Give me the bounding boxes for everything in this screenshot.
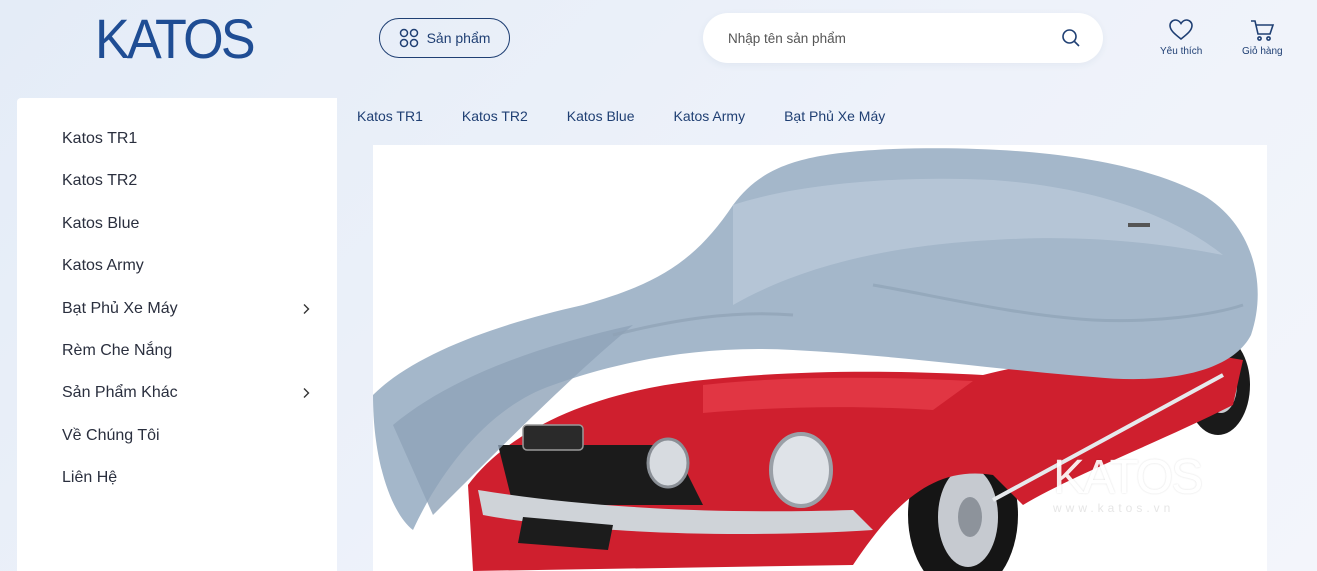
- sidebar-item-label: Katos Blue: [62, 215, 140, 232]
- hero-banner[interactable]: KATOS www.katos.vn: [373, 145, 1267, 571]
- sidebar-item-about-us[interactable]: Về Chúng Tôi: [62, 427, 312, 445]
- topnav-katos-tr1[interactable]: Katos TR1: [357, 108, 423, 124]
- products-menu-button[interactable]: Sản phẩm: [379, 18, 510, 58]
- category-sidebar: Katos TR1 Katos TR2 Katos Blue Katos Arm…: [17, 98, 337, 571]
- chevron-right-icon: [303, 388, 310, 398]
- sidebar-item-motorbike-cover[interactable]: Bạt Phủ Xe Máy: [62, 300, 312, 318]
- sidebar-item-katos-tr1[interactable]: Katos TR1: [62, 130, 312, 148]
- sidebar-item-contact[interactable]: Liên Hệ: [62, 469, 312, 487]
- topnav-katos-army[interactable]: Katos Army: [674, 108, 746, 124]
- cart-icon: [1251, 20, 1275, 41]
- search-input[interactable]: [728, 30, 1061, 46]
- sidebar-item-label: Bạt Phủ Xe Máy: [62, 300, 178, 317]
- search-icon[interactable]: [1061, 28, 1081, 48]
- cart-button[interactable]: Giỏ hàng: [1242, 18, 1283, 57]
- search-bar: [703, 13, 1103, 63]
- katos-logo[interactable]: KATOS: [95, 10, 256, 68]
- sidebar-item-katos-tr2[interactable]: Katos TR2: [62, 172, 312, 190]
- sidebar-item-katos-blue[interactable]: Katos Blue: [62, 215, 312, 233]
- sidebar-item-label: Liên Hệ: [62, 469, 118, 486]
- sidebar-item-label: Katos Army: [62, 257, 144, 274]
- products-button-label: Sản phẩm: [426, 30, 491, 46]
- cart-label: Giỏ hàng: [1242, 46, 1283, 57]
- sidebar-item-label: Katos TR2: [62, 172, 138, 189]
- sidebar-item-katos-army[interactable]: Katos Army: [62, 257, 312, 275]
- top-category-nav: Katos TR1 Katos TR2 Katos Blue Katos Arm…: [357, 108, 924, 124]
- topnav-katos-blue[interactable]: Katos Blue: [567, 108, 635, 124]
- sidebar-item-other-products[interactable]: Sản Phẩm Khác: [62, 384, 312, 402]
- heart-icon: [1169, 19, 1193, 41]
- hero-watermark-url: www.katos.vn: [1053, 501, 1175, 515]
- favorites-label: Yêu thích: [1160, 46, 1203, 57]
- favorites-button[interactable]: Yêu thích: [1160, 18, 1202, 57]
- grid-icon: [399, 28, 418, 48]
- sidebar-item-label: Về Chúng Tôi: [62, 427, 160, 444]
- topnav-katos-tr2[interactable]: Katos TR2: [462, 108, 528, 124]
- sidebar-item-sun-curtain[interactable]: Rèm Che Nắng: [62, 342, 312, 360]
- sidebar-item-label: Katos TR1: [62, 130, 138, 147]
- sidebar-item-label: Sản Phẩm Khác: [62, 384, 178, 401]
- topnav-motorbike-cover[interactable]: Bạt Phủ Xe Máy: [784, 108, 885, 124]
- chevron-right-icon: [303, 304, 310, 314]
- hero-watermark-logo: KATOS: [1053, 451, 1203, 504]
- sidebar-item-label: Rèm Che Nắng: [62, 342, 173, 359]
